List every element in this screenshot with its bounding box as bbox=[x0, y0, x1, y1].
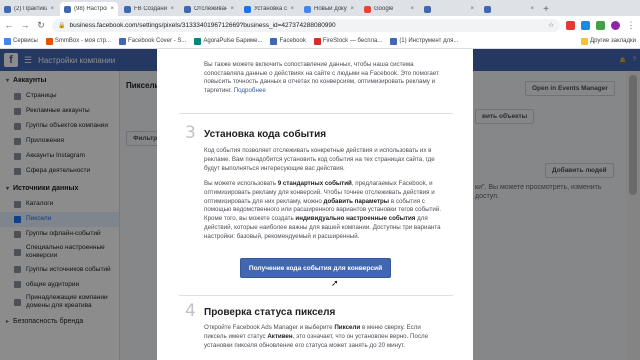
bookmark-label: SmmBox - моя стр... bbox=[54, 38, 111, 44]
step-number: 4 bbox=[185, 301, 196, 321]
tab-label: Новый докум bbox=[314, 6, 348, 12]
other-bookmarks[interactable]: Другие закладки bbox=[581, 37, 636, 45]
extension-icon[interactable] bbox=[596, 20, 605, 30]
step-details: Вы можете использовать 9 стандартных соб… bbox=[204, 180, 442, 240]
step-title: Установка кода события bbox=[204, 129, 327, 140]
favicon-icon bbox=[244, 5, 251, 13]
step-description: Код события позволяет отслеживать конкре… bbox=[204, 147, 435, 172]
tab-label: Google bbox=[374, 6, 394, 12]
browser-tab[interactable]: × bbox=[480, 2, 538, 16]
extension-icon[interactable] bbox=[581, 20, 590, 30]
browser-tab[interactable]: (98) Настройки× bbox=[60, 2, 118, 16]
browser-tab[interactable]: Новый докум × bbox=[300, 2, 358, 16]
favicon-icon bbox=[484, 5, 491, 13]
bookmark-favicon-icon bbox=[119, 37, 126, 45]
back-icon[interactable]: ← bbox=[4, 20, 14, 30]
tab-label: FB Создание и ус bbox=[134, 6, 168, 12]
close-tab-icon[interactable]: × bbox=[50, 6, 54, 12]
bookmark-label: Facebook Cover - S... bbox=[128, 38, 187, 44]
step-description: Откройте Facebook Ads Manager и выберите… bbox=[204, 324, 429, 349]
matching-intro-text: Вы также можете включить сопоставление д… bbox=[204, 61, 439, 94]
close-tab-icon[interactable]: × bbox=[410, 6, 414, 12]
close-tab-icon[interactable]: × bbox=[110, 6, 114, 12]
bookmark-label: Facebook bbox=[279, 38, 306, 44]
close-tab-icon[interactable]: × bbox=[290, 6, 294, 12]
reload-icon[interactable]: ↻ bbox=[36, 20, 46, 31]
bookmark-item[interactable]: AgoraPulse Бариме... bbox=[194, 37, 263, 45]
mouse-cursor-icon: ➚ bbox=[331, 278, 339, 288]
extension-icon[interactable] bbox=[566, 20, 575, 30]
bookmarks-bar: Сервисы SmmBox - моя стр... Facebook Cover… bbox=[0, 34, 640, 49]
favicon-icon bbox=[304, 5, 311, 13]
browser-tab[interactable]: Google × bbox=[360, 2, 418, 16]
address-bar[interactable]: 🔒 business.facebook.com/settings/pixels/… bbox=[52, 18, 560, 32]
bookmark-label: FireStock — беспла... bbox=[322, 38, 383, 44]
browser-tab[interactable]: Отслеживание× bbox=[180, 2, 238, 16]
pixel-setup-modal: Вы также можете включить сопоставление д… bbox=[157, 49, 473, 360]
bookmark-label: Сервисы bbox=[13, 38, 38, 44]
browser-menu-icon[interactable]: ⋮ bbox=[626, 20, 636, 31]
bookmark-label: AgoraPulse Бариме... bbox=[203, 38, 263, 44]
divider bbox=[179, 113, 453, 114]
bookmark-favicon-icon bbox=[390, 37, 398, 45]
folder-icon bbox=[581, 37, 589, 45]
bookmark-item[interactable]: Facebook bbox=[270, 37, 306, 45]
bookmark-item[interactable]: FireStock — беспла... bbox=[313, 37, 383, 45]
tab-label: (98) Настройки bbox=[74, 6, 107, 12]
close-tab-icon[interactable]: × bbox=[350, 6, 354, 12]
divider bbox=[179, 295, 453, 296]
bookmark-label: (1) Инструмент для... bbox=[399, 38, 459, 44]
bookmark-item[interactable]: Facebook Cover - S... bbox=[119, 37, 187, 45]
browser-tab[interactable]: × bbox=[420, 2, 478, 16]
bookmark-favicon-icon bbox=[194, 37, 202, 45]
star-icon[interactable]: ☆ bbox=[548, 21, 554, 29]
browser-tab-strip: (2) Практика SM×(98) Настройки×FB Создан… bbox=[0, 0, 640, 16]
bookmark-item[interactable]: SmmBox - моя стр... bbox=[45, 37, 111, 45]
tab-label: Установка сте bbox=[254, 6, 288, 12]
browser-tab[interactable]: (2) Практика SM× bbox=[0, 2, 58, 16]
favicon-icon bbox=[64, 5, 71, 13]
forward-icon[interactable]: → bbox=[20, 20, 30, 30]
close-tab-icon[interactable]: × bbox=[530, 6, 534, 12]
step-number: 3 bbox=[185, 123, 196, 143]
close-tab-icon[interactable]: × bbox=[230, 6, 234, 12]
bookmark-favicon-icon bbox=[270, 37, 278, 45]
browser-toolbar: ← → ↻ 🔒 business.facebook.com/settings/p… bbox=[0, 16, 640, 34]
close-tab-icon[interactable]: × bbox=[170, 6, 174, 12]
profile-avatar[interactable] bbox=[611, 20, 620, 30]
tab-label: (2) Практика SM bbox=[14, 6, 48, 12]
favicon-icon bbox=[124, 5, 131, 13]
get-event-code-button[interactable]: Получение кода события для конверсий bbox=[240, 258, 391, 278]
learn-more-link[interactable]: Подробнее bbox=[234, 87, 266, 94]
tab-label: Отслеживание bbox=[194, 6, 228, 12]
browser-tab[interactable]: FB Создание и ус× bbox=[120, 2, 178, 16]
browser-tab[interactable]: Установка сте× bbox=[240, 2, 298, 16]
close-tab-icon[interactable]: × bbox=[470, 6, 474, 12]
favicon-icon bbox=[184, 5, 191, 13]
url-text: business.facebook.com/settings/pixels/31… bbox=[69, 21, 336, 29]
favicon-icon bbox=[4, 5, 11, 13]
bookmark-item[interactable]: (1) Инструмент для... bbox=[390, 37, 459, 45]
favicon-icon bbox=[424, 5, 431, 13]
bookmark-favicon-icon bbox=[45, 37, 53, 45]
favicon-icon bbox=[364, 5, 371, 13]
bookmark-favicon-icon bbox=[313, 37, 321, 45]
lock-icon: 🔒 bbox=[58, 22, 66, 29]
bookmark-favicon-icon bbox=[4, 37, 11, 45]
step-title: Проверка статуса пикселя bbox=[204, 307, 336, 318]
new-tab-button[interactable]: + bbox=[540, 2, 552, 16]
bookmark-item[interactable]: Сервисы bbox=[4, 37, 38, 45]
